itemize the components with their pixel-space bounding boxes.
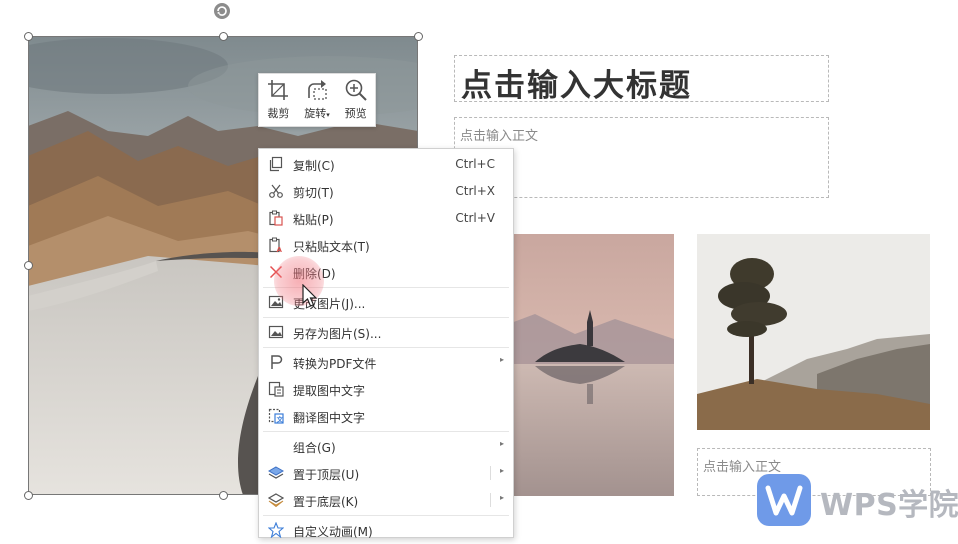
menu-item-convert-pdf[interactable]: 转换为PDF文件 ▸ — [259, 349, 513, 376]
rotate-handle-icon[interactable] — [213, 2, 231, 20]
extract-text-icon — [268, 381, 284, 397]
image-quick-toolbar: 裁剪 旋转▾ 预览 — [258, 73, 376, 127]
body-placeholder-text: 点击输入正文 — [460, 129, 539, 144]
menu-separator — [263, 431, 509, 432]
crop-button[interactable]: 裁剪 — [259, 78, 297, 121]
menu-label: 置于顶层(U) — [293, 468, 360, 482]
menu-item-custom-animation[interactable]: 自定义动画(M) — [259, 517, 513, 544]
crop-icon — [268, 80, 289, 100]
menu-item-save-as-image[interactable]: 另存为图片(S)... — [259, 319, 513, 346]
menu-shortcut: Ctrl+C — [455, 157, 495, 171]
submenu-arrow-icon: ▸ — [499, 355, 504, 364]
resize-handle-left[interactable] — [24, 261, 33, 270]
crop-label: 裁剪 — [267, 107, 290, 120]
menu-shortcut: Ctrl+V — [455, 211, 495, 225]
resize-handle-top[interactable] — [219, 32, 228, 41]
menu-item-group[interactable]: 组合(G) ▸ — [259, 433, 513, 460]
rotate-icon — [308, 80, 327, 100]
menu-label: 翻译图中文字 — [293, 411, 366, 425]
menu-label: 粘贴(P) — [293, 213, 334, 227]
context-menu: 复制(C) Ctrl+C 剪切(T) Ctrl+X 粘贴(P) Ctrl+V A… — [258, 148, 514, 539]
pdf-icon — [271, 355, 283, 369]
menu-separator — [263, 317, 509, 318]
menu-item-extract-text[interactable]: 提取图中文字 — [259, 376, 513, 403]
menu-separator — [263, 347, 509, 348]
save-image-icon — [268, 325, 284, 339]
rotate-label: 旋转▾ — [304, 107, 330, 120]
bring-front-icon — [268, 466, 284, 479]
menu-label: 组合(G) — [293, 441, 336, 455]
menu-item-cut[interactable]: 剪切(T) Ctrl+X — [259, 178, 513, 205]
caption-placeholder-text: 点击输入正文 — [703, 460, 782, 475]
menu-separator — [263, 515, 509, 516]
copy-icon — [269, 156, 283, 172]
lake-church-image[interactable] — [495, 234, 674, 496]
translate-icon: 文 — [268, 408, 284, 424]
wps-w-icon — [765, 485, 803, 516]
menu-label: 复制(C) — [293, 159, 335, 173]
tree-hillside-image[interactable] — [697, 234, 930, 430]
menu-label: 另存为图片(S)... — [293, 327, 382, 341]
svg-text:文: 文 — [276, 415, 284, 424]
submenu-divider — [490, 466, 491, 480]
paste-icon — [269, 210, 283, 226]
menu-item-send-to-back[interactable]: 置于底层(K) ▸ — [259, 487, 513, 514]
menu-shortcut: Ctrl+X — [455, 184, 495, 198]
menu-item-paste-text-only[interactable]: A 只粘贴文本(T) — [259, 232, 513, 259]
tree-hillside-illustration — [697, 234, 930, 430]
submenu-divider — [490, 493, 491, 507]
menu-label: 只粘贴文本(T) — [293, 240, 370, 254]
resize-handle-top-right[interactable] — [414, 32, 423, 41]
submenu-arrow-icon: ▸ — [499, 439, 504, 448]
menu-label: 自定义动画(M) — [293, 525, 373, 539]
animation-icon — [268, 522, 284, 538]
svg-text:A: A — [277, 246, 283, 253]
submenu-arrow-icon[interactable]: ▸ — [500, 466, 504, 475]
title-placeholder-text: 点击输入大标题 — [461, 68, 692, 104]
resize-handle-bottom-left[interactable] — [24, 491, 33, 500]
title-placeholder[interactable]: 点击输入大标题 — [454, 55, 829, 104]
rotate-button[interactable]: 旋转▾ — [298, 78, 336, 121]
mouse-cursor-icon — [302, 284, 318, 307]
menu-item-bring-to-front[interactable]: 置于顶层(U) ▸ — [259, 460, 513, 487]
submenu-arrow-icon[interactable]: ▸ — [500, 493, 504, 502]
menu-item-copy[interactable]: 复制(C) Ctrl+C — [259, 151, 513, 178]
paste-text-icon: A — [269, 237, 283, 253]
scissors-icon — [269, 184, 283, 198]
zoom-in-icon — [345, 79, 367, 101]
menu-item-paste[interactable]: 粘贴(P) Ctrl+V — [259, 205, 513, 232]
wps-watermark-text: WPS学院 — [820, 488, 958, 523]
resize-handle-top-left[interactable] — [24, 32, 33, 41]
menu-label: 转换为PDF文件 — [293, 357, 377, 371]
menu-label: 剪切(T) — [293, 186, 334, 200]
send-back-icon — [268, 493, 284, 508]
lake-church-illustration — [495, 234, 674, 496]
menu-item-translate-text[interactable]: 文 翻译图中文字 — [259, 403, 513, 430]
menu-label: 置于底层(K) — [293, 495, 359, 509]
preview-label: 预览 — [344, 107, 367, 120]
resize-handle-bottom[interactable] — [219, 491, 228, 500]
wps-logo — [757, 474, 811, 526]
menu-label: 提取图中文字 — [293, 384, 366, 398]
preview-button[interactable]: 预览 — [337, 78, 375, 121]
